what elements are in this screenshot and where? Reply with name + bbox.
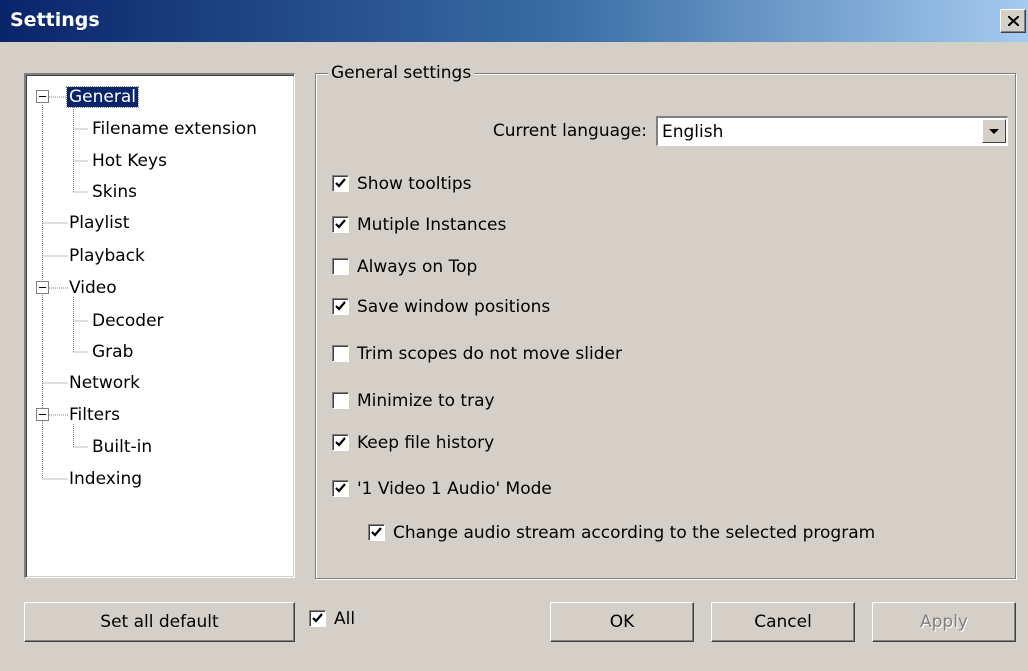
checkbox-icon[interactable] (332, 298, 349, 315)
tree-item-filename-extension[interactable]: Filename extension (92, 117, 257, 141)
tree-item-decoder[interactable]: Decoder (92, 309, 164, 333)
checkbox-label: Minimize to tray (357, 391, 495, 411)
tree-item-playback[interactable]: Playback (69, 244, 145, 268)
tree-item-skins[interactable]: Skins (92, 180, 137, 204)
checkbox-icon[interactable] (332, 345, 349, 362)
close-icon (1008, 16, 1019, 26)
checkbox-icon[interactable] (332, 434, 349, 451)
checkbox-icon[interactable] (332, 175, 349, 192)
video-collapse-icon[interactable] (36, 281, 49, 294)
checkbox-icon[interactable] (332, 216, 349, 233)
checkbox-icon[interactable] (368, 524, 385, 541)
checkbox-label: All (334, 609, 356, 629)
checkbox-label: Always on Top (357, 257, 478, 277)
language-select[interactable]: English (656, 116, 1008, 146)
tree-item-built-in[interactable]: Built-in (92, 435, 152, 459)
cancel-button[interactable]: Cancel (711, 602, 855, 642)
ok-button[interactable]: OK (550, 602, 694, 642)
title-bar[interactable]: Settings (0, 0, 1028, 42)
checkbox-icon[interactable] (332, 392, 349, 409)
settings-dialog: Settings General Filename extension Hot … (0, 0, 1028, 671)
apply-button[interactable]: Apply (872, 602, 1016, 642)
close-button[interactable] (1000, 9, 1026, 33)
chevron-down-icon[interactable] (982, 119, 1006, 143)
set-all-default-button[interactable]: Set all default (24, 602, 295, 642)
tree-item-grab[interactable]: Grab (92, 340, 133, 364)
general-settings-group: General settings Current language: Engli… (315, 63, 1016, 579)
window-title: Settings (10, 9, 100, 31)
checkbox-label: '1 Video 1 Audio' Mode (357, 479, 552, 499)
group-legend: General settings (328, 63, 475, 83)
tree-item-playlist[interactable]: Playlist (69, 211, 129, 235)
filters-collapse-icon[interactable] (36, 408, 49, 421)
checkbox-label: Save window positions (357, 297, 551, 317)
checkbox-label: Change audio stream according to the sel… (393, 523, 876, 543)
checkbox-icon[interactable] (309, 610, 326, 627)
checkbox-label: Trim scopes do not move slider (357, 344, 622, 364)
checkbox-label: Keep file history (357, 433, 495, 453)
checkbox-icon[interactable] (332, 480, 349, 497)
tree-item-hot-keys[interactable]: Hot Keys (92, 149, 167, 173)
tree-item-indexing[interactable]: Indexing (69, 467, 142, 491)
tree-item-general[interactable]: General (66, 85, 139, 109)
settings-tree[interactable]: General Filename extension Hot Keys Skin… (24, 73, 295, 578)
tree-item-network[interactable]: Network (69, 371, 140, 395)
general-collapse-icon[interactable] (36, 90, 49, 103)
tree-item-video[interactable]: Video (69, 276, 117, 300)
checkbox-icon[interactable] (332, 258, 349, 275)
checkbox-label: Show tooltips (357, 174, 472, 194)
language-label: Current language: (492, 121, 647, 141)
checkbox-label: Mutiple Instances (357, 215, 507, 235)
language-value: English (662, 122, 724, 142)
tree-item-filters[interactable]: Filters (69, 403, 120, 427)
